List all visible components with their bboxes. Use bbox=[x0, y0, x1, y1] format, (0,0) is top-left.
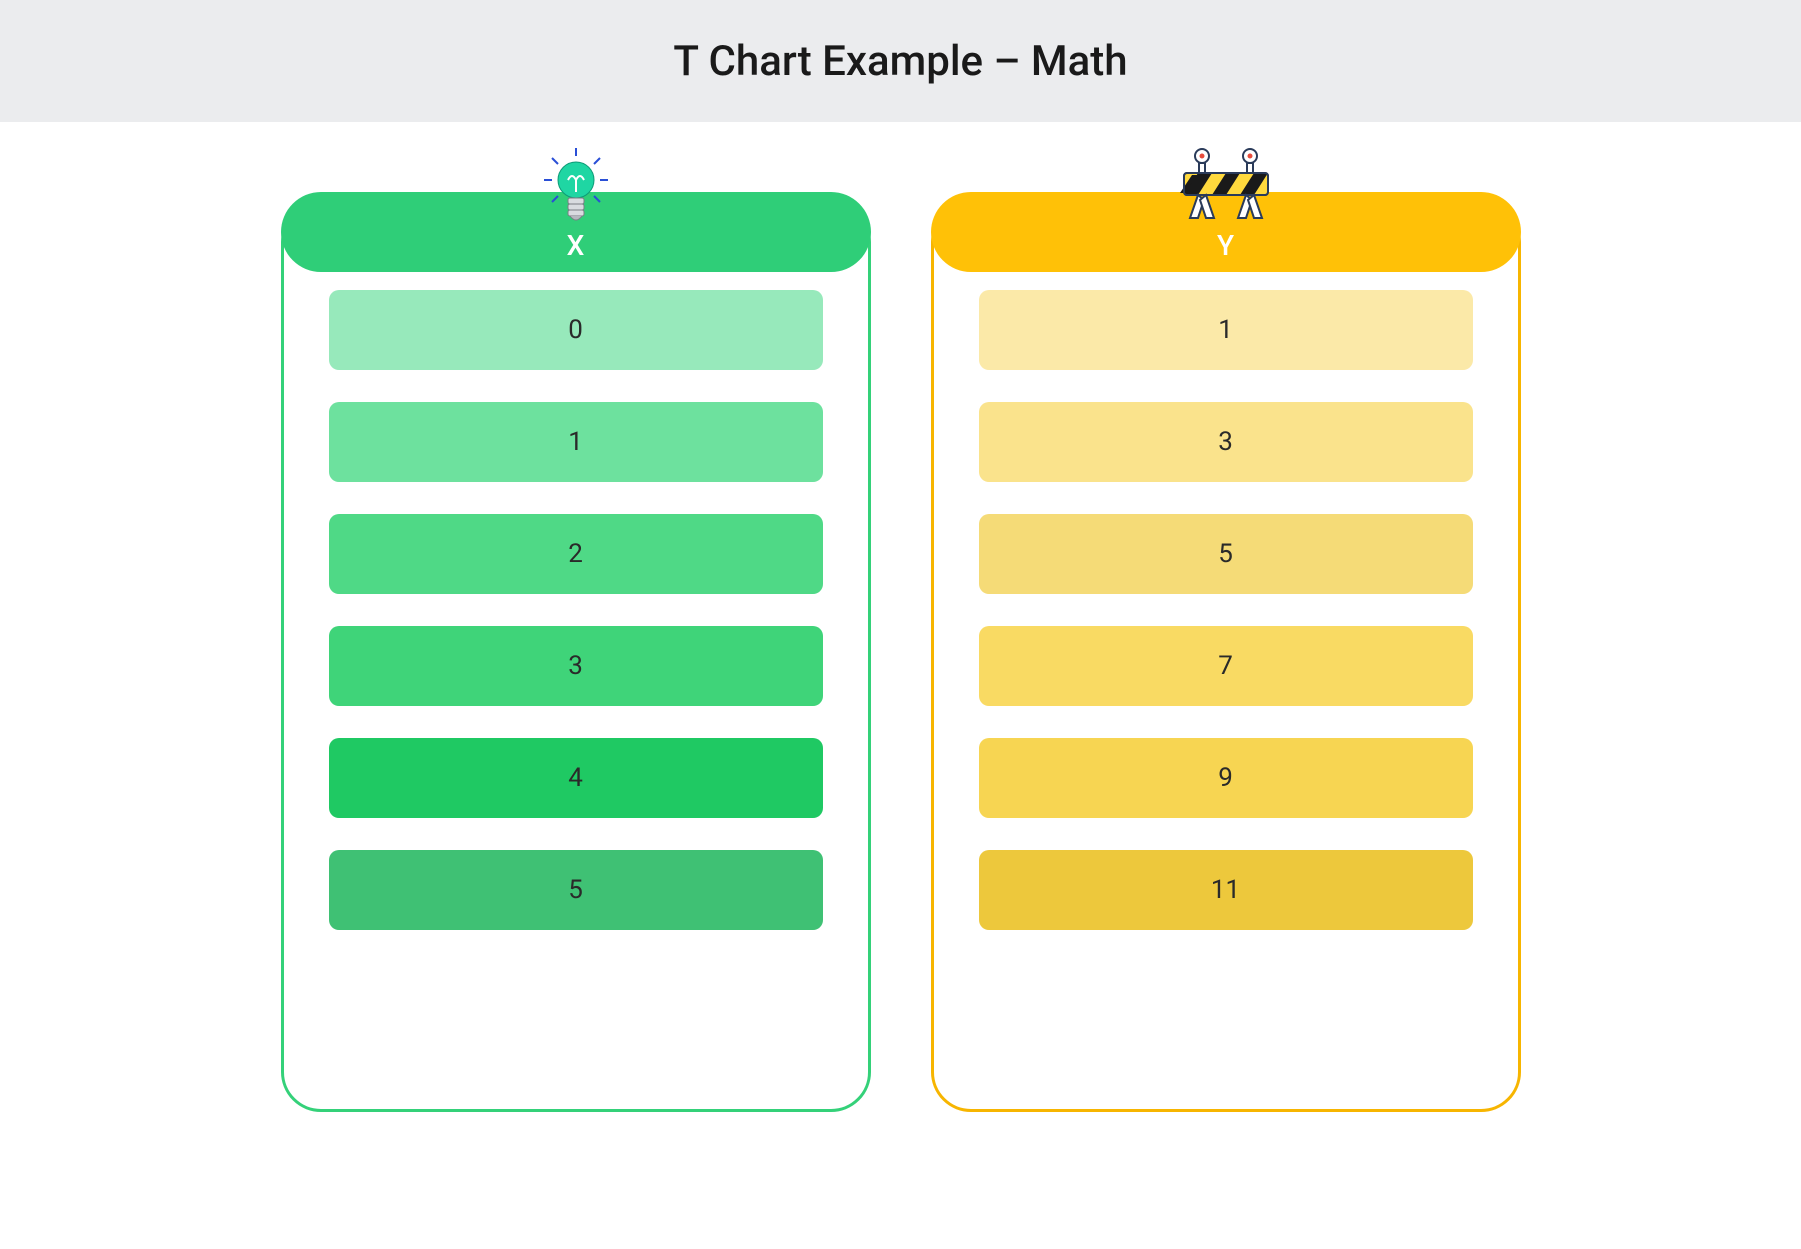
column-x-body: 0 1 2 3 4 5 bbox=[281, 202, 871, 1112]
cell-y-3: 7 bbox=[979, 626, 1473, 706]
cell-x-0: 0 bbox=[329, 290, 823, 370]
column-y-label: Y bbox=[1217, 229, 1234, 262]
barrier-icon bbox=[1176, 148, 1276, 226]
cell-x-4: 4 bbox=[329, 738, 823, 818]
cell-y-1: 3 bbox=[979, 402, 1473, 482]
cell-x-1: 1 bbox=[329, 402, 823, 482]
cell-y-2: 5 bbox=[979, 514, 1473, 594]
column-y-body: 1 3 5 7 9 11 bbox=[931, 202, 1521, 1112]
cell-x-5: 5 bbox=[329, 850, 823, 930]
cell-y-5: 11 bbox=[979, 850, 1473, 930]
page-title: T Chart Example – Math bbox=[673, 37, 1127, 86]
column-x: X 0 1 2 3 4 5 bbox=[281, 202, 871, 1112]
cell-x-2: 2 bbox=[329, 514, 823, 594]
column-x-label: X bbox=[567, 229, 585, 262]
cell-y-4: 9 bbox=[979, 738, 1473, 818]
t-chart: X 0 1 2 3 4 5 bbox=[0, 122, 1801, 1112]
column-y: Y 1 3 5 7 9 11 bbox=[931, 202, 1521, 1112]
cell-y-0: 1 bbox=[979, 290, 1473, 370]
header-bar: T Chart Example – Math bbox=[0, 0, 1801, 122]
cell-x-3: 3 bbox=[329, 626, 823, 706]
lightbulb-icon bbox=[538, 148, 614, 232]
